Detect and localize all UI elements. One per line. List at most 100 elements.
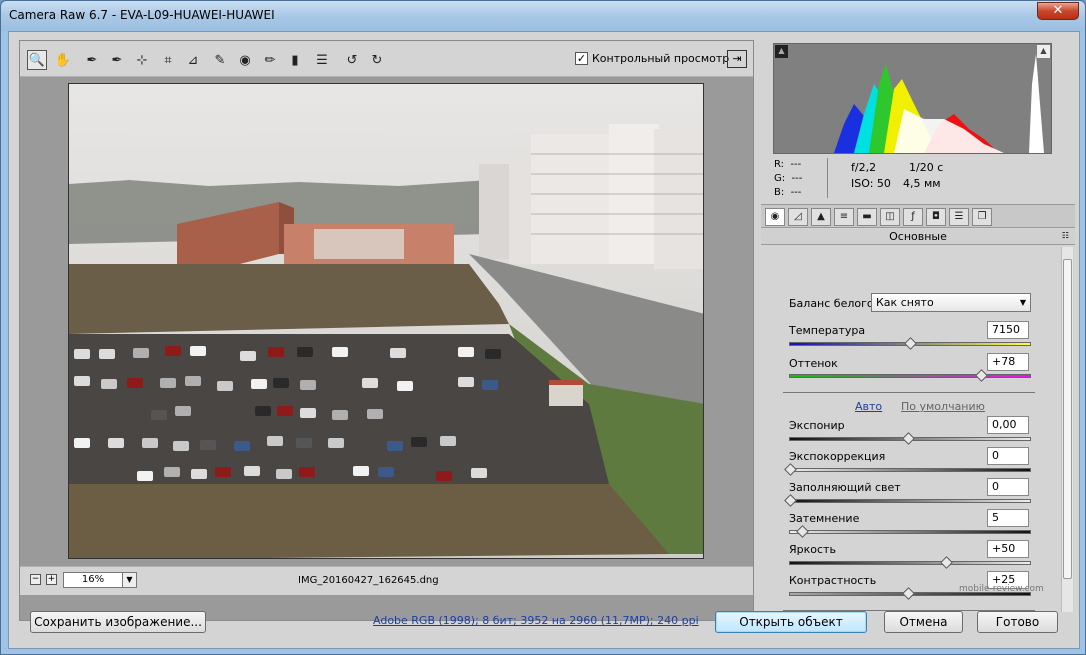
fullscreen-toggle-icon[interactable]: ⇥ (727, 50, 747, 68)
close-button[interactable]: ✕ (1037, 2, 1079, 20)
exposure-slider-knob[interactable] (902, 432, 915, 445)
chevron-down-icon: ▼ (1019, 298, 1026, 307)
section-divider (783, 392, 1035, 393)
photo-preview[interactable] (68, 83, 704, 559)
histogram-area: ▲ ▲ R: --- G: --- B: --- f/2,2 1/20 с ISO… (761, 40, 1075, 203)
rotate-left-icon[interactable]: ↺ (342, 50, 362, 70)
exposure-label: Экспонир (789, 419, 845, 432)
targeted-adjustment-tool-icon[interactable]: ⊹ (132, 50, 152, 70)
auto-link[interactable]: Авто (855, 400, 882, 413)
iso: ISO: 50 (851, 177, 891, 190)
red-eye-tool-icon[interactable]: ◉ (235, 50, 255, 70)
photo-image (69, 84, 703, 558)
brightness-slider-knob[interactable] (939, 556, 953, 569)
zoom-dropdown-icon[interactable]: ▼ (122, 572, 137, 588)
rotate-right-icon[interactable]: ↻ (367, 50, 387, 70)
aperture: f/2,2 (851, 161, 877, 174)
graduated-filter-icon[interactable]: ▮ (285, 50, 305, 70)
straighten-tool-icon[interactable]: ⊿ (183, 50, 203, 70)
tone-curve-tab-icon[interactable]: ◿ (788, 208, 808, 226)
camera-calibration-tab-icon[interactable]: ◘ (926, 208, 946, 226)
recovery-track[interactable] (789, 468, 1031, 472)
brightness-track[interactable] (789, 561, 1031, 565)
white-balance-tool-icon[interactable]: ✒ (82, 50, 102, 70)
temperature-field[interactable]: 7150 (987, 321, 1029, 339)
client-area: 🔍 ✋ ✒ ✒ ⊹ ⌗ ⊿ ✎ ◉ ✏ ▮ ☰ ↺ ↻ ✓ Контрольный просмотр ⇥ (8, 31, 1080, 649)
detail-tab-icon[interactable]: ▲ (811, 208, 831, 226)
exposure-field[interactable]: 0,00 (987, 416, 1029, 434)
tint-label: Оттенок (789, 357, 838, 370)
brightness-label: Яркость (789, 543, 836, 556)
fill-light-label: Заполняющий свет (789, 481, 901, 494)
contrast-label: Контрастность (789, 574, 877, 587)
bottom-bar: Сохранить изображение... Adobe RGB (1998… (8, 599, 1080, 649)
status-bar: − + 16% ▼ IMG_20160427_162645.dng (20, 566, 753, 595)
workflow-options-link[interactable]: Adobe RGB (1998); 8 бит; 3952 на 2960 (1… (373, 614, 699, 627)
preview-pane: 🔍 ✋ ✒ ✒ ⊹ ⌗ ⊿ ✎ ◉ ✏ ▮ ☰ ↺ ↻ ✓ Контрольный просмотр ⇥ (19, 40, 754, 621)
panel-scrollbar[interactable] (1061, 247, 1073, 612)
color-sampler-tool-icon[interactable]: ✒ (107, 50, 127, 70)
file-name: IMG_20160427_162645.dng (298, 575, 439, 586)
preferences-icon[interactable]: ☰ (312, 50, 332, 70)
exif-info: f/2,2 1/20 с ISO: 50 4,5 мм (851, 160, 943, 192)
spot-removal-tool-icon[interactable]: ✎ (210, 50, 230, 70)
blacks-label: Затемнение (789, 512, 860, 525)
title-bar: Camera Raw 6.7 - EVA-L09-HUAWEI-HUAWEI ✕ (1, 1, 1085, 31)
cancel-button[interactable]: Отмена (884, 611, 963, 633)
brightness-field[interactable]: +50 (987, 540, 1029, 558)
presets-tab-icon[interactable]: ☰ (949, 208, 969, 226)
fill-light-track[interactable] (789, 499, 1031, 503)
preview-label: Контрольный просмотр (592, 52, 730, 65)
highlight-clipping-icon[interactable]: ▲ (1037, 45, 1050, 58)
basic-tab-icon[interactable]: ◉ (765, 208, 785, 226)
zoom-level-field[interactable]: 16% (63, 572, 123, 588)
scrollbar-thumb[interactable] (1063, 259, 1072, 579)
hand-tool-icon[interactable]: ✋ (53, 50, 73, 70)
temperature-label: Температура (789, 324, 866, 337)
preview-checkbox[interactable]: ✓ (575, 52, 588, 65)
hsl-tab-icon[interactable]: ≡ (834, 208, 854, 226)
contrast-slider-knob[interactable] (902, 587, 915, 600)
save-image-button[interactable]: Сохранить изображение... (30, 611, 206, 633)
blacks-track[interactable] (789, 530, 1031, 534)
fill-light-slider-knob[interactable] (784, 494, 797, 507)
white-balance-label: Баланс белого: (789, 297, 878, 310)
readout-separator (827, 158, 828, 198)
recovery-field[interactable]: 0 (987, 447, 1029, 465)
adjustment-tabs: ◉ ◿ ▲ ≡ ▬ ◫ ƒ ◘ ☰ ❐ (761, 204, 1075, 228)
recovery-label: Экспокоррекция (789, 450, 886, 463)
rgb-readout: R: --- G: --- B: --- (774, 159, 803, 198)
fill-light-field[interactable]: 0 (987, 478, 1029, 496)
lens-corrections-tab-icon[interactable]: ◫ (880, 208, 900, 226)
image-canvas (20, 78, 753, 566)
done-button[interactable]: Готово (977, 611, 1058, 633)
camera-raw-window: Camera Raw 6.7 - EVA-L09-HUAWEI-HUAWEI ✕… (0, 0, 1086, 655)
tint-field[interactable]: +78 (987, 353, 1029, 371)
snapshots-tab-icon[interactable]: ❐ (972, 208, 992, 226)
tools-toolbar: 🔍 ✋ ✒ ✒ ⊹ ⌗ ⊿ ✎ ◉ ✏ ▮ ☰ ↺ ↻ ✓ Контрольный просмотр ⇥ (20, 41, 753, 77)
split-toning-tab-icon[interactable]: ▬ (857, 208, 877, 226)
open-object-button[interactable]: Открыть объект (715, 611, 867, 633)
zoom-in-button[interactable]: + (46, 574, 57, 585)
zoom-out-button[interactable]: − (30, 574, 41, 585)
crop-tool-icon[interactable]: ⌗ (158, 50, 178, 70)
window-title: Camera Raw 6.7 - EVA-L09-HUAWEI-HUAWEI (9, 8, 275, 22)
preview-toggle[interactable]: ✓ Контрольный просмотр (575, 52, 729, 65)
adjustment-brush-icon[interactable]: ✏ (260, 50, 280, 70)
white-balance-select[interactable]: Как снято ▼ (871, 293, 1031, 312)
effects-tab-icon[interactable]: ƒ (903, 208, 923, 226)
panel-menu-icon[interactable]: ☷ (1062, 231, 1069, 240)
tint-slider-knob[interactable] (975, 369, 989, 382)
watermark: mobile-review.com (959, 584, 1044, 594)
blacks-slider-knob[interactable] (795, 525, 809, 538)
histogram: ▲ ▲ (773, 43, 1052, 154)
temperature-slider-knob[interactable] (904, 337, 918, 350)
zoom-tool-icon[interactable]: 🔍 (27, 50, 47, 70)
recovery-slider-knob[interactable] (784, 463, 797, 476)
blacks-field[interactable]: 5 (987, 509, 1029, 527)
tint-track[interactable] (789, 374, 1031, 378)
white-balance-value: Как снято (876, 296, 934, 309)
basic-panel: Основные ☷ Баланс белого: Как снято ▼ Тем… (761, 229, 1075, 619)
default-link[interactable]: По умолчанию (901, 400, 985, 413)
shadow-clipping-icon[interactable]: ▲ (775, 45, 788, 58)
